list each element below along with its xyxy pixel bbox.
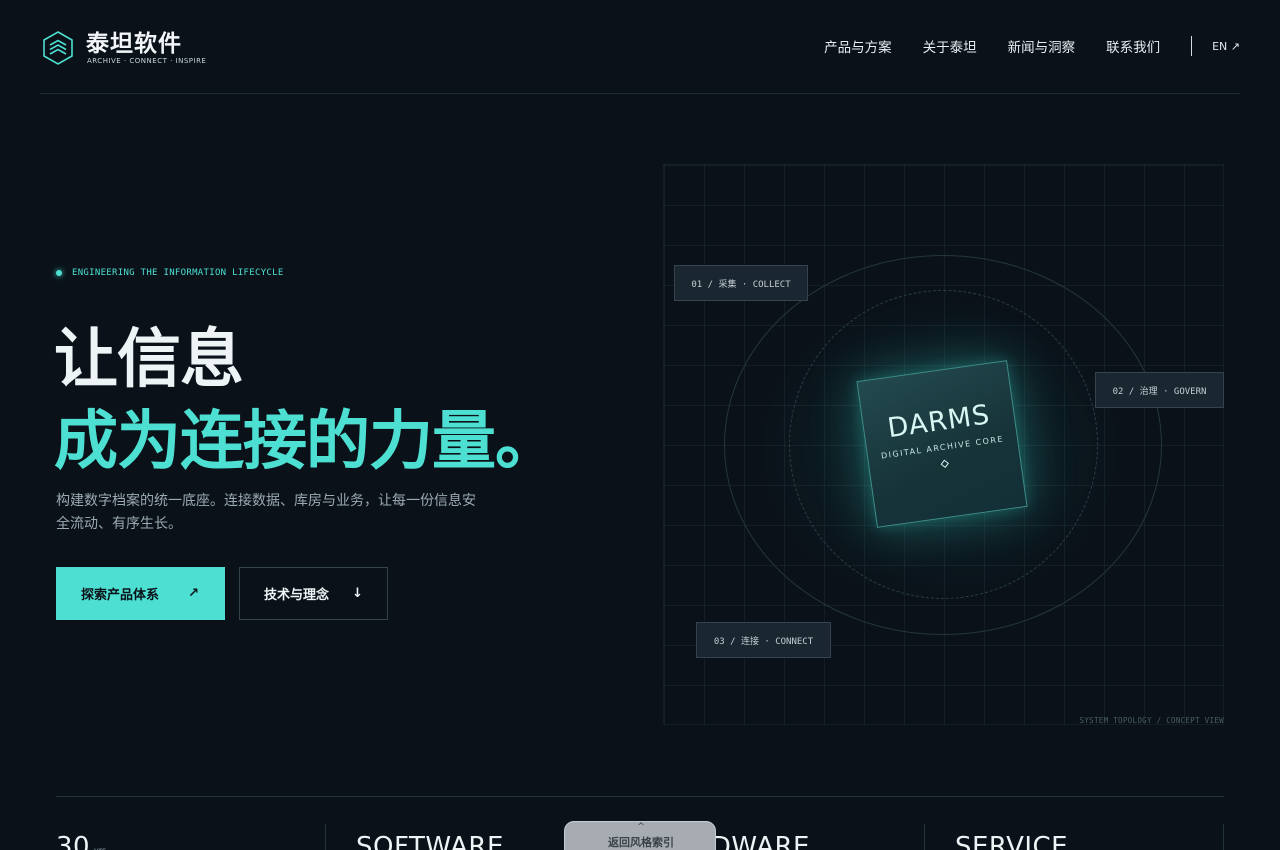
- arrow-down-icon: ↓: [352, 586, 363, 601]
- nav-about[interactable]: 关于泰坦: [923, 36, 977, 56]
- layers-logo-icon: [43, 31, 73, 65]
- caret-up-icon: ^: [637, 822, 645, 832]
- stat-value: SERVICE: [955, 832, 1069, 850]
- main-nav: 产品与方案 关于泰坦 新闻与洞察 联系我们 EN ↗: [824, 36, 1240, 56]
- tech-philosophy-button[interactable]: 技术与理念 ↓: [239, 567, 388, 620]
- hero-title-line1: 让信息: [54, 323, 244, 397]
- status-dot-icon: [56, 270, 62, 276]
- topology-tag-collect: 01 / 采集 · COLLECT: [674, 265, 808, 301]
- topology-tag-govern: 02 / 治理 · GOVERN: [1095, 372, 1224, 408]
- stat-service: SERVICE: [955, 824, 1224, 850]
- nav-divider: [1191, 36, 1193, 56]
- back-to-style-index-button[interactable]: ^ 返回风格索引: [564, 821, 716, 850]
- language-switch[interactable]: EN ↗: [1212, 40, 1240, 53]
- back-to-style-index-label: 返回风格索引: [608, 836, 674, 849]
- brand-tagline: ARCHIVE · CONNECT · INSPIRE: [87, 57, 207, 65]
- explore-products-button[interactable]: 探索产品体系 ↗: [56, 567, 225, 620]
- stat-years: 30 yrs: [56, 824, 326, 850]
- stat-value: 30: [56, 832, 91, 850]
- brand-name: 泰坦软件: [86, 31, 182, 57]
- stat-unit: yrs: [94, 846, 106, 850]
- explore-products-label: 探索产品体系: [81, 588, 160, 603]
- hero-title-line2: 成为连接的力量。: [54, 405, 559, 479]
- hero-eyebrow: ENGINEERING THE INFORMATION LIFECYCLE: [56, 268, 284, 278]
- nav-contact[interactable]: 联系我们: [1106, 36, 1160, 56]
- topology-caption: SYSTEM TOPOLOGY / CONCEPT VIEW: [1079, 716, 1224, 725]
- site-header: 泰坦软件 ARCHIVE · CONNECT · INSPIRE 产品与方案 关…: [40, 0, 1240, 94]
- topology-tag-connect: 03 / 连接 · CONNECT: [696, 622, 831, 658]
- darms-core-card: DARMS DIGITAL ARCHIVE CORE: [856, 360, 1028, 528]
- hero-description: 构建数字档案的统一底座。连接数据、库房与业务，让每一份信息安全流动、有序生长。: [56, 493, 476, 532]
- stats-divider: [56, 796, 1224, 797]
- arrow-up-right-icon: ↗: [188, 586, 199, 601]
- nav-news[interactable]: 新闻与洞察: [1008, 36, 1076, 56]
- diamond-icon: [940, 459, 949, 469]
- tech-philosophy-label: 技术与理念: [264, 588, 330, 603]
- nav-products[interactable]: 产品与方案: [824, 36, 892, 56]
- eyebrow-text: ENGINEERING THE INFORMATION LIFECYCLE: [72, 268, 284, 278]
- stat-value: SOFTWARE: [356, 832, 504, 850]
